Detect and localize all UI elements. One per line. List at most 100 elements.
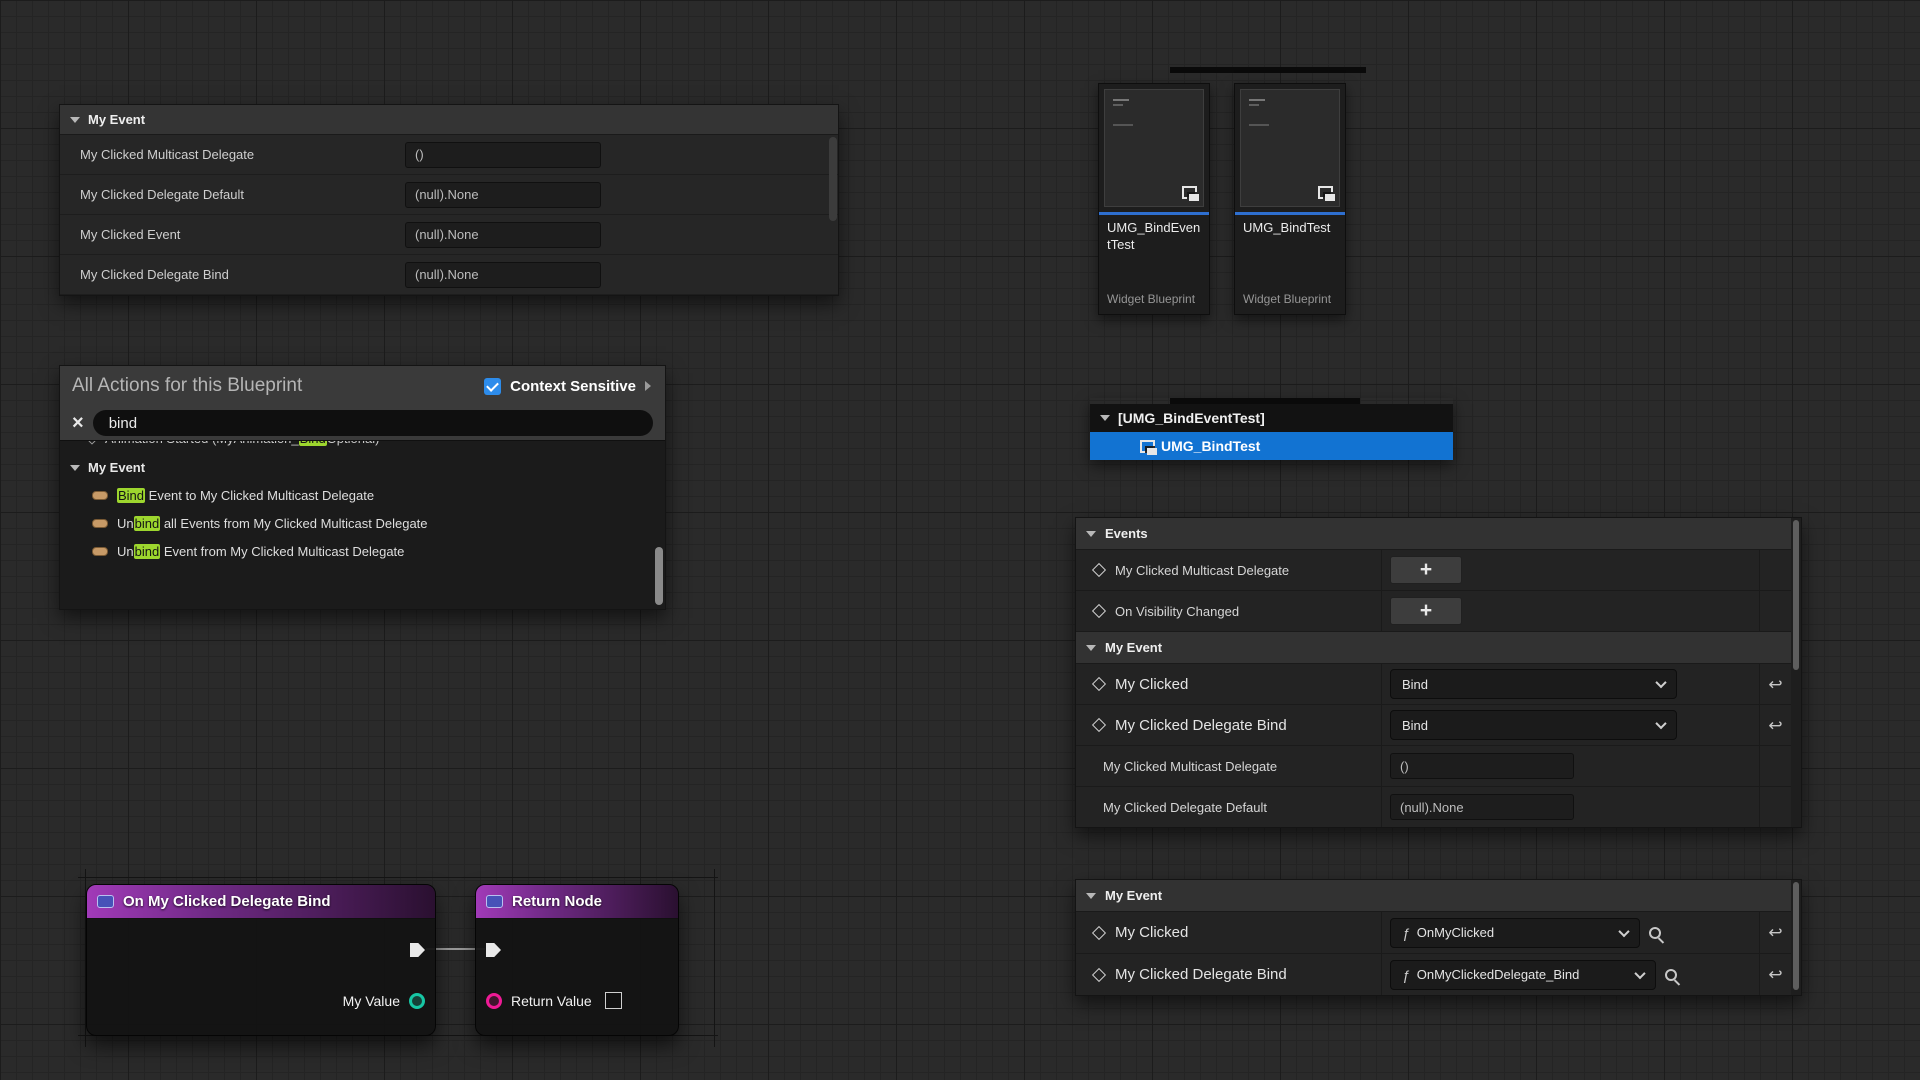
function-icon: ƒ	[1402, 967, 1410, 983]
property-value-field[interactable]: (null).None	[1390, 794, 1574, 820]
actions-category-my-event[interactable]: My Event	[60, 454, 665, 481]
clear-search-icon[interactable]: ×	[72, 413, 84, 433]
bool-value-checkbox[interactable]	[605, 992, 622, 1009]
property-row: My Clicked Event (null).None	[60, 215, 838, 255]
reset-to-default-icon[interactable]: ↩	[1768, 717, 1782, 734]
browse-function-icon[interactable]	[1665, 969, 1677, 981]
delegate-output-pin[interactable]	[409, 993, 425, 1009]
event-label: On Visibility Changed	[1115, 604, 1239, 619]
chevron-down-icon	[1655, 718, 1666, 729]
action-item-unbind-all[interactable]: Unbind all Events from My Clicked Multic…	[60, 509, 665, 537]
action-item-bind-event[interactable]: Bind Event to My Clicked Multicast Deleg…	[60, 481, 665, 509]
search-input[interactable]: bind	[93, 410, 653, 436]
asset-type: Widget Blueprint	[1235, 292, 1345, 314]
actions-menu-title: All Actions for this Blueprint	[72, 375, 302, 397]
function-binding-dropdown[interactable]: ƒ OnMyClickedDelegate_Bind	[1390, 960, 1656, 990]
bind-dropdown[interactable]: Bind	[1390, 710, 1677, 740]
actions-result-list: Animation Started (MyAnimation_BindOptio…	[60, 440, 665, 609]
exec-output-pin[interactable]	[410, 943, 425, 957]
multicast-delegate-icon	[1092, 563, 1106, 577]
scrollbar[interactable]	[1791, 880, 1801, 995]
category-header-my-event[interactable]: My Event	[1076, 880, 1801, 912]
property-label: My Clicked Multicast Delegate	[1103, 759, 1277, 774]
collapse-arrow-icon	[1086, 893, 1096, 899]
category-title: My Event	[1105, 888, 1162, 903]
event-name-cell: On Visibility Changed	[1076, 591, 1382, 631]
collapse-arrow-icon	[1086, 645, 1096, 651]
collapse-arrow-icon	[1100, 415, 1110, 421]
function-binding-dropdown[interactable]: ƒ OnMyClicked	[1390, 918, 1640, 948]
category-header-events[interactable]: Events	[1076, 518, 1801, 550]
return-value-input-pin[interactable]	[486, 993, 502, 1009]
add-event-button[interactable]: +	[1390, 556, 1462, 584]
property-name-cell: My Clicked Delegate Default	[1076, 787, 1382, 827]
node-return-node[interactable]: Return Node Return Value	[475, 884, 679, 1036]
scrollbar-thumb[interactable]	[1793, 882, 1799, 990]
multicast-delegate-icon	[1092, 604, 1106, 618]
property-value-field[interactable]: (null).None	[405, 222, 601, 248]
property-name-cell: My Clicked Delegate Bind	[1076, 954, 1382, 995]
property-value-field[interactable]: ()	[405, 142, 601, 168]
delegate-pill-icon	[92, 519, 108, 528]
scrollbar-thumb[interactable]	[829, 137, 837, 221]
details-panel-bottom: My Event My Clicked ƒ OnMyClicked ↩ My C…	[1075, 879, 1802, 996]
thumbnail-text-line	[1249, 99, 1265, 101]
asset-card-umg-bindtest[interactable]: UMG_BindTest Widget Blueprint	[1234, 83, 1346, 315]
grid-guide-line	[78, 877, 718, 878]
scrollbar[interactable]	[1791, 518, 1801, 827]
bind-dropdown[interactable]: Bind	[1390, 669, 1677, 699]
reset-to-default-icon[interactable]: ↩	[1768, 966, 1782, 983]
thumbnail-text-line	[1113, 104, 1123, 106]
reset-to-default-icon[interactable]: ↩	[1768, 676, 1782, 693]
asset-type: Widget Blueprint	[1099, 292, 1209, 314]
browse-function-icon[interactable]	[1649, 927, 1661, 939]
event-row: My Clicked Multicast Delegate +	[1076, 550, 1801, 591]
node-on-my-clicked-delegate-bind[interactable]: On My Clicked Delegate Bind My Value	[86, 884, 436, 1036]
widget-blueprint-icon	[1182, 186, 1197, 199]
category-header-my-event[interactable]: My Event	[60, 105, 838, 135]
blueprint-graph-canvas[interactable]: My Event My Clicked Multicast Delegate (…	[0, 0, 1920, 1080]
hierarchy-root-row[interactable]: [UMG_BindEventTest]	[1090, 404, 1453, 432]
asset-card-umg-bindeventtest[interactable]: UMG_BindEventTest Widget Blueprint	[1098, 83, 1210, 315]
expand-options-icon[interactable]	[645, 381, 651, 391]
category-label: My Event	[88, 460, 145, 475]
node-header[interactable]: On My Clicked Delegate Bind	[87, 885, 435, 919]
property-value-field[interactable]: (null).None	[405, 182, 601, 208]
bound-function-row: My Clicked Delegate Bind ƒ OnMyClickedDe…	[1076, 954, 1801, 996]
scrollbar-thumb[interactable]	[655, 547, 663, 605]
collapse-arrow-icon	[70, 117, 80, 123]
reset-to-default-icon[interactable]: ↩	[1768, 924, 1782, 941]
actions-menu-titlebar: All Actions for this Blueprint Context S…	[60, 366, 665, 406]
hierarchy-selected-row[interactable]: UMG_BindTest	[1090, 432, 1453, 460]
event-name-cell: My Clicked Multicast Delegate	[1076, 550, 1382, 590]
event-node-icon	[97, 895, 114, 908]
property-label: My Clicked	[1115, 924, 1188, 941]
category-title: Events	[1105, 526, 1148, 541]
context-sensitive-label: Context Sensitive	[510, 378, 636, 395]
context-sensitive-checkbox[interactable]	[484, 378, 501, 395]
exec-input-pin[interactable]	[486, 943, 501, 957]
category-header-my-event[interactable]: My Event	[1076, 632, 1801, 664]
property-row: My Clicked Delegate Default (null).None	[1076, 787, 1801, 828]
node-header[interactable]: Return Node	[476, 885, 678, 919]
clipped-list-item[interactable]: Animation Started (MyAnimation_BindOptio…	[60, 441, 665, 454]
widget-blueprint-icon	[1140, 440, 1155, 453]
asset-name: UMG_BindTest	[1235, 215, 1345, 267]
add-event-button[interactable]: +	[1390, 597, 1462, 625]
delegate-icon	[1092, 967, 1106, 981]
reset-column	[1759, 787, 1791, 827]
function-icon: ƒ	[1402, 925, 1410, 941]
grid-guide-line	[714, 869, 715, 1047]
property-value-field[interactable]: ()	[1390, 753, 1574, 779]
property-value-field[interactable]: (null).None	[405, 262, 601, 288]
node-body: My Value	[87, 919, 435, 1035]
property-label: My Clicked Delegate Bind	[60, 267, 405, 282]
window-edge	[1090, 398, 1453, 404]
delegate-icon	[1092, 718, 1106, 732]
scrollbar-thumb[interactable]	[1793, 520, 1799, 670]
bound-function-row: My Clicked ƒ OnMyClicked ↩	[1076, 912, 1801, 954]
property-label: My Clicked Delegate Default	[60, 187, 405, 202]
widget-blueprint-icon	[1318, 186, 1333, 199]
action-item-unbind-event[interactable]: Unbind Event from My Clicked Multicast D…	[60, 537, 665, 565]
actions-search-row: × bind	[60, 406, 665, 440]
